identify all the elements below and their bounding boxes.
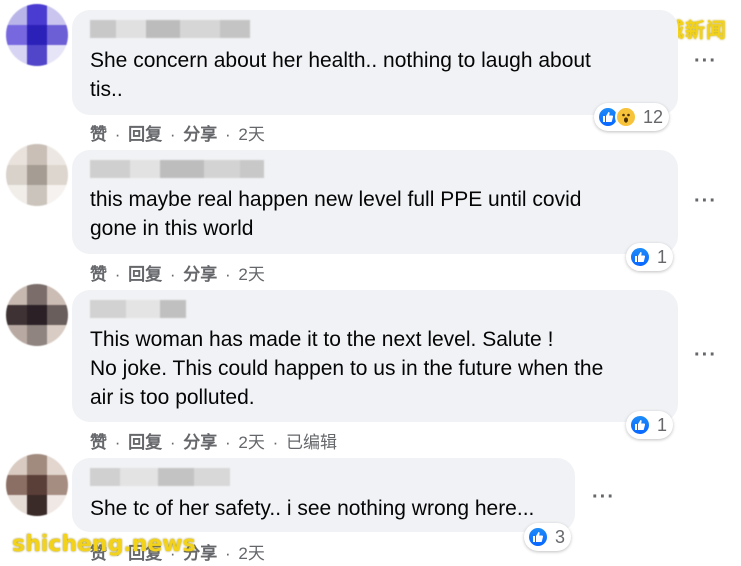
timestamp[interactable]: 2天	[238, 125, 264, 144]
reply-button[interactable]: 回复	[128, 433, 162, 452]
like-button[interactable]: 赞	[90, 125, 107, 144]
more-options-icon[interactable]: ···	[694, 190, 717, 213]
separator: ·	[225, 125, 231, 144]
separator: ·	[169, 125, 176, 144]
comment-actions: 赞 · 回复 · 分享 · 2天	[90, 120, 265, 145]
like-button[interactable]: 赞	[90, 433, 107, 452]
reply-button[interactable]: 回复	[128, 265, 162, 284]
comment-text: She concern about her health.. nothing t…	[90, 49, 591, 101]
reaction-summary[interactable]: 1	[626, 243, 674, 271]
separator: ·	[169, 433, 176, 452]
comment-bubble: She tc of her safety.. i see nothing wro…	[72, 458, 575, 532]
comment-text: She tc of her safety.. i see nothing wro…	[90, 497, 535, 520]
reaction-count: 3	[555, 526, 566, 547]
separator: ·	[225, 265, 231, 284]
like-reaction-icon	[527, 526, 549, 548]
author-name-blurred[interactable]	[90, 300, 186, 318]
comment-bubble: She concern about her health.. nothing t…	[72, 10, 678, 115]
like-button[interactable]: 赞	[90, 265, 107, 284]
comment-text: This woman has made it to the next level…	[90, 328, 604, 409]
wow-reaction-icon	[615, 106, 637, 128]
reaction-count: 1	[657, 246, 668, 267]
avatar[interactable]	[6, 284, 68, 346]
reaction-summary[interactable]: 1	[626, 411, 674, 439]
separator: ·	[272, 433, 279, 452]
share-button[interactable]: 分享	[183, 125, 217, 144]
more-options-icon[interactable]: ···	[694, 344, 717, 367]
separator: ·	[225, 544, 231, 563]
author-name-blurred[interactable]	[90, 160, 264, 178]
reply-button[interactable]: 回复	[128, 125, 162, 144]
separator: ·	[114, 265, 121, 284]
edited-label[interactable]: 已编辑	[286, 433, 337, 452]
like-reaction-icon	[629, 414, 651, 436]
separator: ·	[114, 433, 121, 452]
timestamp[interactable]: 2天	[238, 544, 264, 563]
comment-bubble: this maybe real happen new level full PP…	[72, 150, 678, 254]
separator: ·	[114, 125, 121, 144]
avatar[interactable]	[6, 144, 68, 206]
watermark-logo-bottom: shicheng.news	[12, 532, 196, 557]
share-button[interactable]: 分享	[183, 265, 217, 284]
comment-actions: 赞 · 回复 · 分享 · 2天	[90, 260, 265, 285]
reaction-count: 1	[657, 414, 668, 435]
like-reaction-icon	[629, 246, 651, 268]
share-button[interactable]: 分享	[183, 433, 217, 452]
author-name-blurred[interactable]	[90, 468, 230, 486]
timestamp[interactable]: 2天	[238, 265, 264, 284]
comment-actions: 赞 · 回复 · 分享 · 2天 · 已编辑	[90, 428, 337, 453]
more-options-icon[interactable]: ···	[592, 486, 615, 509]
reaction-summary[interactable]: 12	[594, 103, 670, 131]
separator: ·	[225, 433, 231, 452]
avatar[interactable]	[6, 4, 68, 66]
more-options-icon[interactable]: ···	[694, 50, 717, 73]
separator: ·	[169, 265, 176, 284]
reaction-summary[interactable]: 3	[524, 523, 572, 551]
timestamp[interactable]: 2天	[238, 433, 264, 452]
author-name-blurred[interactable]	[90, 20, 250, 38]
comment-bubble: This woman has made it to the next level…	[72, 290, 678, 422]
avatar[interactable]	[6, 454, 68, 516]
reaction-count: 12	[643, 106, 664, 127]
comment-text: this maybe real happen new level full PP…	[90, 188, 582, 240]
